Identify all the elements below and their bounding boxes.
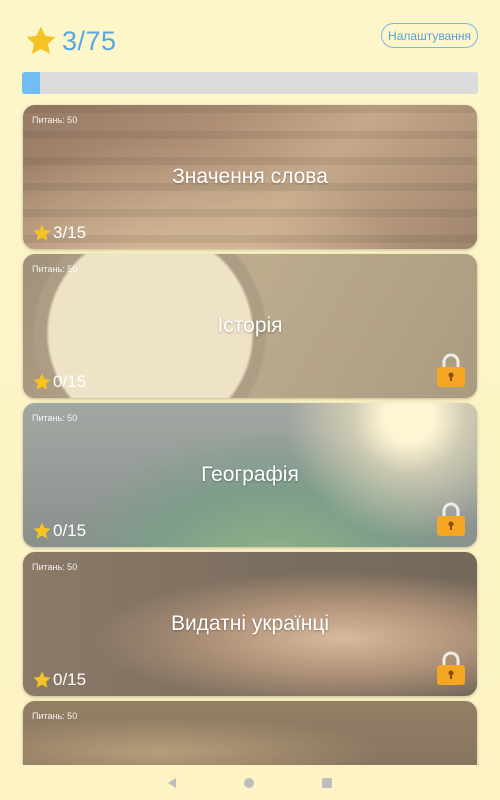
category-title: Географія (201, 463, 299, 486)
lock-icon (437, 353, 465, 387)
settings-button[interactable]: Налаштування (381, 23, 478, 48)
home-icon[interactable] (244, 777, 254, 788)
total-score: 3/75 (62, 26, 117, 56)
category-score: 0/15 (32, 521, 86, 541)
category-title: Значення слова (172, 165, 328, 188)
questions-count: Питань: 50 (32, 115, 78, 125)
lock-icon (437, 651, 465, 685)
questions-count: Питань: 50 (32, 711, 78, 721)
star-icon (33, 522, 51, 539)
category-score: 0/15 (32, 372, 86, 392)
star-icon (33, 224, 51, 241)
score-text: 0/15 (53, 670, 87, 689)
progress-fill (22, 72, 41, 94)
questions-count: Питань: 50 (32, 264, 78, 274)
recent-apps-icon[interactable] (322, 777, 332, 788)
category-card-partial[interactable]: Питань: 50 (23, 701, 477, 765)
star-icon (33, 373, 51, 390)
category-card-famous-ukrainians[interactable]: Питань: 50 Видатні українці 0/15 (23, 552, 477, 696)
score-text: 0/15 (53, 372, 87, 391)
back-icon[interactable] (168, 777, 176, 788)
score-text: 0/15 (53, 521, 87, 540)
progress-bar (22, 72, 478, 94)
questions-count: Питань: 50 (32, 413, 78, 423)
category-card-history[interactable]: Питань: 50 Історія 0/15 (23, 254, 477, 398)
questions-count: Питань: 50 (32, 562, 78, 572)
star-icon (33, 671, 51, 688)
star-icon (26, 26, 56, 55)
category-title: Видатні українці (170, 612, 330, 635)
lock-icon (437, 502, 465, 536)
score-text: 3/15 (53, 223, 87, 242)
category-card-word-meaning[interactable]: Питань: 50 Значення слова 3/15 (23, 105, 477, 249)
category-title: Історія (217, 314, 283, 337)
header: 3/75 Налаштування (0, 0, 500, 70)
category-card-geography[interactable]: Питань: 50 Географія 0/15 (23, 403, 477, 547)
system-navigation-bar (0, 765, 500, 800)
category-score: 3/15 (32, 223, 86, 243)
category-score: 0/15 (32, 670, 86, 690)
